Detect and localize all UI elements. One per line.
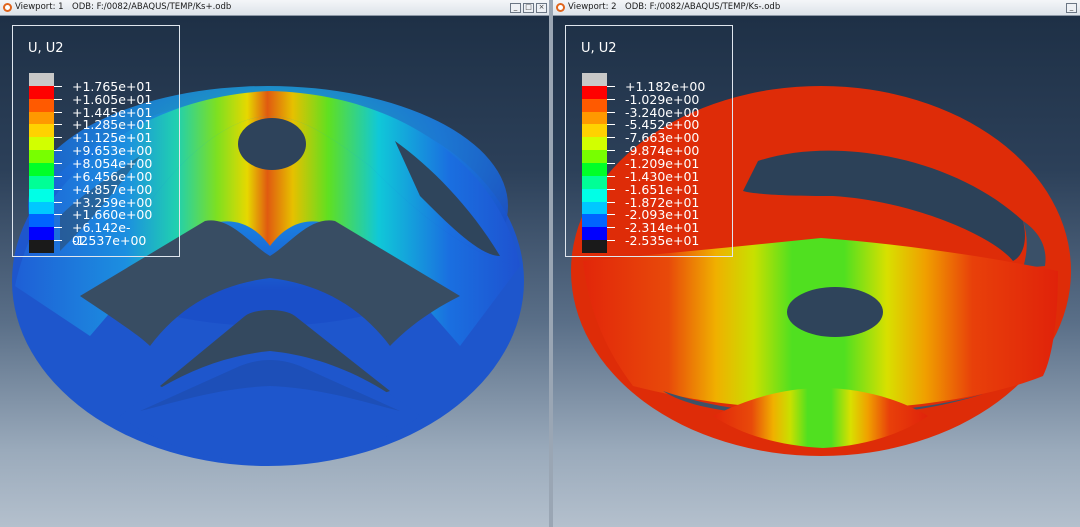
- contour-legend: U, U2 +1.765e+01 +1.605e+01 +1.445e+01 +1.2…: [12, 25, 180, 257]
- legend-value-label: -2.535e+01: [625, 233, 700, 249]
- legend-swatch: [29, 240, 54, 254]
- center-hole: [787, 287, 883, 337]
- legend-tick: [54, 111, 62, 113]
- legend-tick: [54, 163, 62, 164]
- legend-tick: [54, 201, 62, 203]
- legend-swatch: [582, 188, 607, 203]
- legend-swatch: [29, 175, 54, 190]
- legend-tick: [54, 240, 62, 242]
- legend-swatch: [582, 98, 607, 113]
- legend-swatch: [582, 73, 607, 87]
- minimize-button[interactable]: _: [510, 3, 521, 13]
- viewport-1[interactable]: Viewport: 1 ODB: F:/0082/ABAQUS/TEMP/Ks+…: [0, 0, 549, 527]
- viewport-1-canvas[interactable]: U, U2 +1.765e+01 +1.605e+01 +1.445e+01 +1.2…: [0, 16, 549, 527]
- legend-tick: [54, 98, 62, 100]
- legend-value-label: -1.430e+01: [625, 168, 700, 184]
- legend-tick: [607, 85, 615, 87]
- legend-tick: [607, 227, 615, 229]
- legend-value-label: +6.456e+00: [72, 168, 153, 184]
- legend-tick: [607, 98, 615, 100]
- legend-swatch: [582, 163, 607, 177]
- legend-swatch: [582, 240, 607, 254]
- legend-tick: [607, 240, 615, 242]
- viewport-icon: [556, 3, 565, 12]
- legend-tick: [54, 137, 62, 139]
- close-button[interactable]: ×: [536, 3, 547, 13]
- legend-swatch: [582, 175, 607, 190]
- legend-swatch: [582, 201, 607, 215]
- legend-tick: [607, 163, 615, 164]
- legend-swatch: [29, 201, 54, 215]
- legend-swatch: [29, 214, 54, 228]
- legend-title: U, U2: [28, 41, 64, 56]
- legend-swatch: [29, 188, 54, 203]
- legend-swatch: [582, 150, 607, 164]
- legend-swatch: [29, 227, 54, 241]
- legend-tick: [54, 150, 62, 152]
- legend-color-bar: +1.182e+00 -1.029e+00 -3.240e+00 -5.452e+00…: [582, 73, 705, 254]
- legend-swatch: [29, 85, 54, 100]
- legend-swatch: [582, 85, 607, 100]
- legend-title: U, U2: [581, 41, 617, 56]
- legend-tick: [607, 111, 615, 113]
- legend-swatch: [582, 124, 607, 138]
- legend-tick: [54, 124, 62, 126]
- contour-legend: U, U2 +1.182e+00 -1.029e+00 -3.240e+00 -5.4…: [565, 25, 733, 257]
- legend-value-label: +1.182e+00: [625, 78, 706, 94]
- legend-value-label: +4.857e+00: [72, 181, 153, 197]
- legend-tick: [607, 175, 615, 177]
- odb-path: ODB: F:/0082/ABAQUS/TEMP/Ks-.odb: [625, 2, 781, 12]
- legend-tick: [607, 150, 615, 152]
- legend-value-label: +1.765e+01: [72, 78, 153, 94]
- legend-tick: [607, 137, 615, 139]
- maximize-button[interactable]: □: [523, 3, 534, 13]
- legend-swatch: [29, 98, 54, 113]
- viewport-title: Viewport: 2: [568, 2, 617, 12]
- odb-path: ODB: F:/0082/ABAQUS/TEMP/Ks+.odb: [72, 2, 232, 12]
- legend-value-label: -1.537e+00: [72, 233, 147, 249]
- legend-tick: [607, 124, 615, 126]
- viewport-2[interactable]: Viewport: 2 ODB: F:/0082/ABAQUS/TEMP/Ks-…: [553, 0, 1080, 527]
- legend-swatch: [29, 111, 54, 125]
- viewport-2-canvas[interactable]: U, U2 +1.182e+00 -1.029e+00 -3.240e+00 -5.4…: [553, 16, 1080, 527]
- legend-tick: [54, 227, 62, 229]
- viewport-2-titlebar[interactable]: Viewport: 2 ODB: F:/0082/ABAQUS/TEMP/Ks-…: [553, 0, 1080, 16]
- legend-tick: [54, 188, 62, 190]
- legend-swatch: [29, 137, 54, 151]
- legend-value-label: +1.605e+01: [72, 91, 153, 107]
- legend-swatch: [582, 214, 607, 228]
- legend-value-label: -1.651e+01: [625, 181, 700, 197]
- legend-tick: [54, 175, 62, 177]
- legend-tick: [54, 214, 62, 216]
- legend-swatch: [582, 227, 607, 241]
- legend-tick: [607, 188, 615, 190]
- legend-swatch: [29, 150, 54, 164]
- legend-swatch: [582, 111, 607, 125]
- minimize-button[interactable]: _: [1066, 3, 1077, 13]
- legend-swatch: [29, 163, 54, 177]
- legend-value-label: -1.029e+00: [625, 91, 700, 107]
- legend-swatch: [29, 73, 54, 87]
- legend-tick: [607, 214, 615, 216]
- legend-tick: [607, 201, 615, 203]
- viewport-1-titlebar[interactable]: Viewport: 1 ODB: F:/0082/ABAQUS/TEMP/Ks+…: [0, 0, 549, 16]
- legend-tick: [54, 85, 62, 87]
- legend-color-bar: +1.765e+01 +1.605e+01 +1.445e+01 +1.285e+01…: [29, 73, 152, 254]
- legend-swatch: [582, 137, 607, 151]
- legend-swatch: [29, 124, 54, 138]
- viewport-icon: [3, 3, 12, 12]
- viewport-title: Viewport: 1: [15, 2, 64, 12]
